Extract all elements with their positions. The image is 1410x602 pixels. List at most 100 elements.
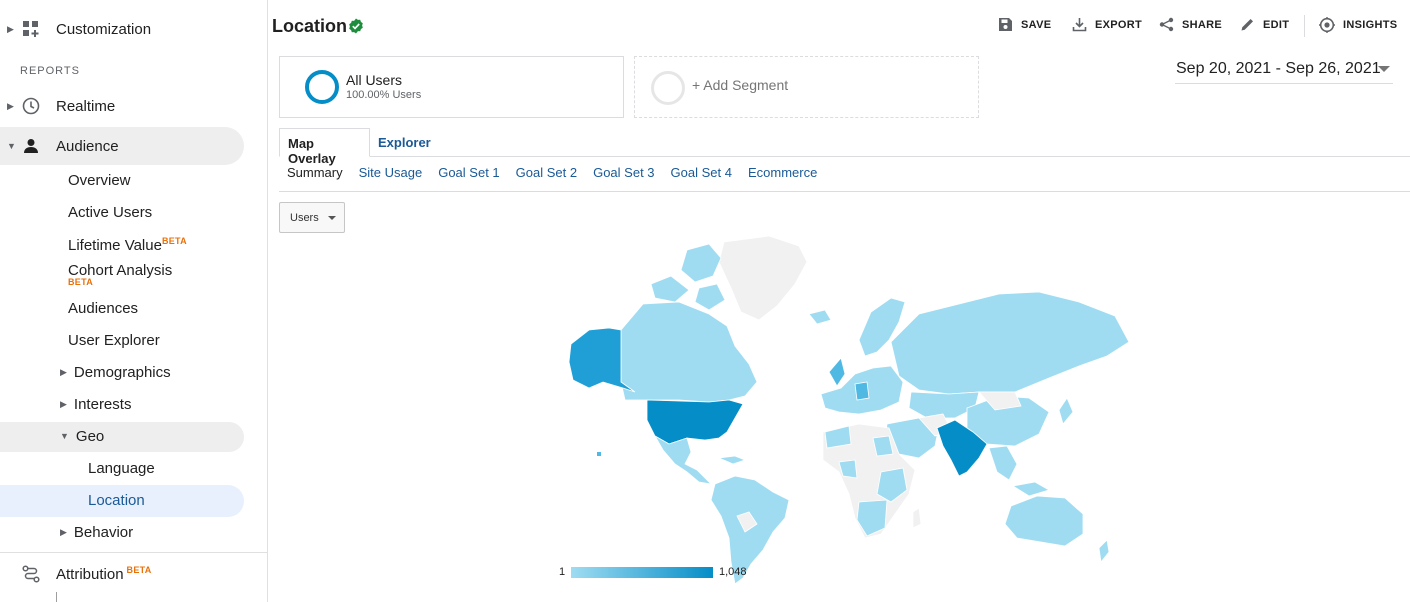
sidebar-item-lifetime-value[interactable]: Lifetime ValueBETA bbox=[68, 236, 187, 254]
date-range-picker[interactable]: Sep 20, 2021 - Sep 26, 2021 bbox=[1175, 60, 1393, 84]
segment-ring-icon bbox=[305, 70, 339, 104]
segment-all-users[interactable]: All Users 100.00% Users bbox=[279, 56, 624, 118]
sidebar-item-label: Audience bbox=[56, 137, 119, 155]
insights-icon bbox=[1319, 17, 1335, 33]
map-region-iceland bbox=[808, 309, 832, 325]
map-region-uk bbox=[828, 357, 846, 387]
subtab-site-usage[interactable]: Site Usage bbox=[359, 165, 423, 180]
caret-right-icon: ▶ bbox=[60, 367, 67, 377]
toolbar-divider bbox=[1304, 15, 1305, 37]
sidebar-item-geo[interactable]: ▼ Geo bbox=[60, 428, 104, 445]
download-icon bbox=[1072, 18, 1087, 32]
sidebar-item-language[interactable]: Language bbox=[88, 460, 155, 477]
insights-label: INSIGHTS bbox=[1343, 19, 1398, 31]
legend-gradient-bar bbox=[571, 567, 713, 578]
add-segment-label: + Add Segment bbox=[692, 77, 789, 93]
main-content: Location SAVE EXPORT SHARE EDIT INSIGHTS… bbox=[269, 0, 1410, 602]
map-region-russia bbox=[890, 291, 1129, 395]
sidebar-item-label: Customization bbox=[56, 20, 152, 38]
tab-map-overlay[interactable]: Map Overlay bbox=[279, 128, 370, 166]
save-icon bbox=[999, 18, 1012, 31]
sidebar-item-active-users[interactable]: Active Users bbox=[68, 204, 152, 221]
sidebar-item-label: Demographics bbox=[73, 364, 171, 381]
metric-dropdown[interactable]: Users bbox=[279, 202, 345, 233]
add-segment-button[interactable]: + Add Segment bbox=[634, 56, 979, 118]
sidebar-item-label: Lifetime Value bbox=[68, 237, 162, 254]
share-button[interactable]: SHARE bbox=[1159, 17, 1222, 32]
caret-down-icon: ▼ bbox=[60, 431, 69, 441]
share-label: SHARE bbox=[1182, 18, 1223, 31]
clock-icon bbox=[20, 95, 42, 117]
person-icon bbox=[20, 135, 42, 157]
tree-connector bbox=[56, 592, 57, 602]
subtab-goal-set-4[interactable]: Goal Set 4 bbox=[671, 165, 732, 180]
export-button[interactable]: EXPORT bbox=[1072, 17, 1142, 32]
page-title: Location bbox=[272, 16, 347, 36]
segment-percentage: 100.00% Users bbox=[346, 89, 422, 101]
segment-name: All Users bbox=[346, 72, 403, 88]
subtabs: Summary Site Usage Goal Set 1 Goal Set 2… bbox=[287, 165, 833, 180]
sidebar-item-label: Behavior bbox=[73, 524, 134, 541]
attribution-icon bbox=[20, 563, 42, 585]
export-label: EXPORT bbox=[1095, 18, 1143, 31]
subtab-summary[interactable]: Summary bbox=[287, 165, 343, 180]
sidebar-item-cohort-analysis[interactable]: Cohort Analysis BETA bbox=[68, 263, 172, 290]
edit-label: EDIT bbox=[1263, 18, 1290, 31]
metric-dropdown-label: Users bbox=[290, 212, 319, 224]
sidebar-item-user-explorer[interactable]: User Explorer bbox=[68, 332, 160, 349]
sidebar-item-audiences[interactable]: Audiences bbox=[68, 300, 138, 317]
map-region-arctic-islands bbox=[650, 243, 726, 311]
sidebar-item-interests[interactable]: ▶ Interests bbox=[60, 396, 131, 413]
map-region-japan bbox=[1058, 397, 1074, 425]
map-region-caribbean bbox=[717, 455, 747, 465]
sidebar-item-behavior[interactable]: ▶ Behavior bbox=[60, 524, 133, 541]
sidebar-item-realtime[interactable]: ▶ Realtime bbox=[0, 87, 244, 125]
map-region-southeast-asia bbox=[988, 445, 1051, 497]
dashboard-add-icon bbox=[20, 18, 42, 40]
save-button[interactable]: SAVE bbox=[998, 17, 1051, 32]
subtab-goal-set-1[interactable]: Goal Set 1 bbox=[438, 165, 499, 180]
map-region-greenland bbox=[718, 235, 808, 321]
caret-right-icon: ▶ bbox=[7, 23, 14, 34]
sidebar-item-location[interactable]: Location bbox=[88, 492, 145, 509]
subtab-ecommerce[interactable]: Ecommerce bbox=[748, 165, 817, 180]
subtab-goal-set-3[interactable]: Goal Set 3 bbox=[593, 165, 654, 180]
legend-min-value: 1 bbox=[559, 566, 566, 578]
sidebar-item-geo-bg bbox=[0, 422, 244, 452]
sidebar-item-label: Geo bbox=[75, 428, 105, 445]
map-region-madagascar bbox=[912, 507, 922, 529]
sidebar-item-audience[interactable]: ▼ Audience bbox=[0, 127, 244, 165]
sidebar-divider bbox=[0, 552, 268, 553]
sidebar-item-label: Realtime bbox=[56, 97, 116, 115]
sidebar-item-label: Interests bbox=[73, 396, 132, 413]
sidebar: ▶ Customization REPORTS ▶ Realtime ▼ Aud… bbox=[0, 0, 268, 602]
caret-right-icon: ▶ bbox=[60, 527, 67, 537]
beta-badge: BETA bbox=[161, 236, 187, 246]
map-region-canada bbox=[620, 301, 758, 403]
sidebar-item-customization[interactable]: ▶ Customization bbox=[0, 10, 244, 48]
date-range-label: Sep 20, 2021 - Sep 26, 2021 bbox=[1176, 60, 1381, 77]
world-map[interactable] bbox=[559, 232, 1129, 592]
map-region-usa bbox=[646, 399, 744, 445]
verified-check-icon bbox=[349, 18, 363, 34]
caret-down-icon: ▼ bbox=[7, 141, 16, 151]
map-region-germany bbox=[854, 381, 870, 401]
subtabs-divider bbox=[279, 191, 1410, 192]
map-region-mexico bbox=[653, 434, 713, 485]
caret-down-icon bbox=[328, 216, 336, 220]
sidebar-item-demographics[interactable]: ▶ Demographics bbox=[60, 364, 171, 381]
insights-button[interactable]: INSIGHTS bbox=[1319, 17, 1397, 33]
sidebar-item-attribution[interactable]: Attribution BETA bbox=[0, 555, 244, 593]
chevron-down-icon bbox=[1378, 66, 1390, 72]
caret-right-icon: ▶ bbox=[7, 100, 14, 111]
edit-button[interactable]: EDIT bbox=[1240, 17, 1289, 32]
map-region-australia bbox=[1004, 495, 1084, 547]
tabs-divider bbox=[279, 156, 1410, 157]
beta-badge: BETA bbox=[126, 565, 152, 575]
subtab-goal-set-2[interactable]: Goal Set 2 bbox=[516, 165, 577, 180]
sidebar-item-label-wrap: Attribution BETA bbox=[56, 565, 152, 583]
tab-explorer[interactable]: Explorer bbox=[370, 128, 439, 157]
sidebar-item-label: Attribution bbox=[56, 566, 124, 583]
sidebar-item-overview[interactable]: Overview bbox=[68, 172, 131, 189]
save-label: SAVE bbox=[1021, 18, 1052, 31]
